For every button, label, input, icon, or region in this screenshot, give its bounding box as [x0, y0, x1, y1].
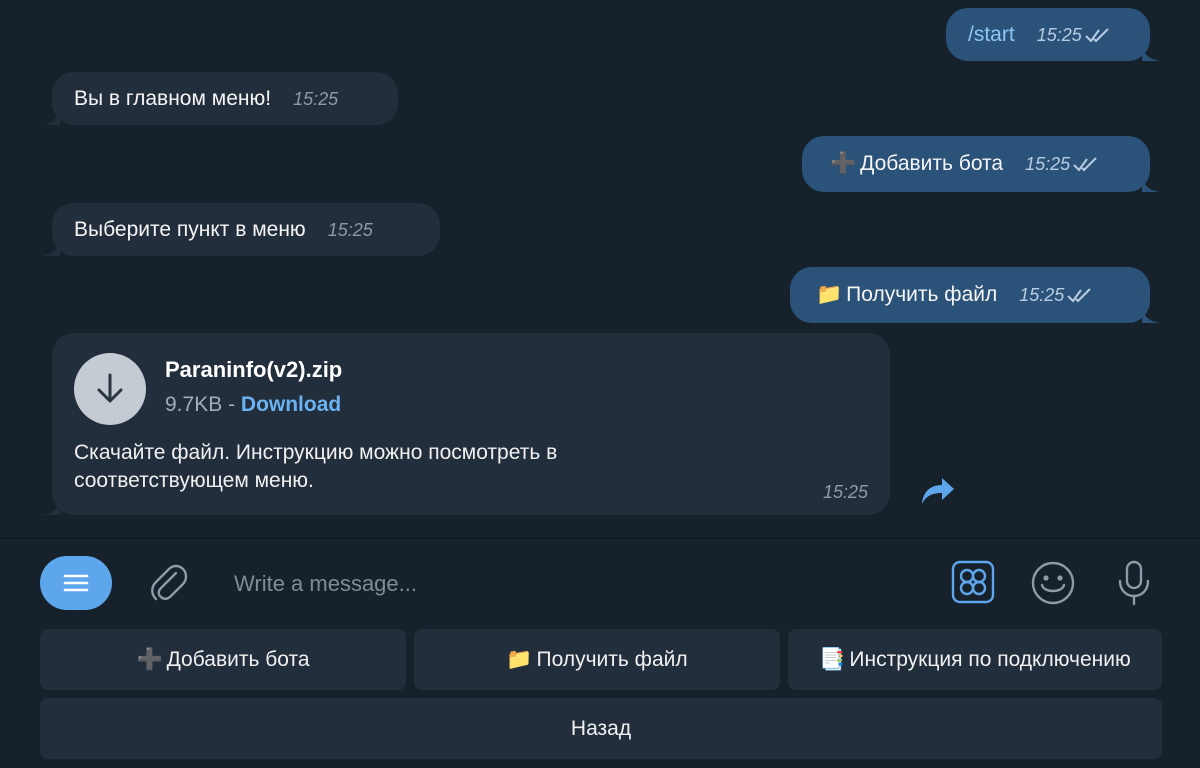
bot-menu-button[interactable]: [40, 556, 112, 610]
double-check-icon: [1073, 157, 1097, 172]
time-label: 15:25: [1019, 285, 1065, 305]
share-arrow-icon[interactable]: [920, 476, 956, 506]
chat-area: /start 15:25 Вы в главном меню! 15:25 ➕ …: [0, 0, 1200, 538]
message-get-file[interactable]: 📁 Получить файл 15:25: [790, 267, 1150, 323]
double-check-icon: [1085, 27, 1109, 43]
file-name[interactable]: Paraninfo(v2).zip: [165, 357, 342, 383]
time-label: 15:25: [1025, 154, 1071, 174]
file-separator: -: [228, 393, 236, 416]
menu-icon: [63, 574, 89, 592]
message-add-bot[interactable]: ➕ Добавить бота 15:25: [802, 136, 1150, 192]
message-time: 15:25: [1037, 22, 1112, 48]
time-label: 15:25: [1036, 24, 1082, 45]
download-link[interactable]: Download: [241, 393, 341, 416]
folder-icon: 📁: [506, 647, 533, 671]
message-text: Получить файл: [846, 283, 998, 306]
message-text: Вы в главном меню!: [74, 86, 272, 110]
double-check-icon: [1067, 288, 1091, 303]
message-choose-item[interactable]: Выберите пункт в меню 15:25: [52, 203, 440, 256]
message-time: 15:25: [1019, 282, 1094, 308]
message-text: Выберите пункт в меню: [74, 217, 306, 241]
document-icon: 📑: [819, 647, 846, 671]
keyboard-icon: [951, 560, 995, 604]
paperclip-icon[interactable]: [146, 561, 190, 605]
keyboard-button-label: Добавить бота: [166, 647, 310, 671]
file-meta: 9.7KB - Download: [165, 393, 341, 417]
plus-icon: ➕: [830, 152, 857, 175]
bubble-tail: [1142, 45, 1160, 61]
message-input[interactable]: [232, 565, 836, 603]
emoji-icon[interactable]: [1030, 560, 1076, 606]
message-time: 15:25: [327, 219, 373, 240]
folder-icon: 📁: [816, 283, 843, 306]
keyboard-button-label: Получить файл: [536, 647, 688, 671]
file-size: 9.7KB: [165, 393, 223, 416]
bubble-tail: [42, 109, 60, 125]
keyboard-button-get-file[interactable]: 📁 Получить файл: [414, 629, 780, 690]
keyboard-button-instruction[interactable]: 📑 Инструкция по подключению: [788, 629, 1162, 690]
bot-keyboard-toggle[interactable]: [950, 559, 996, 605]
download-button[interactable]: [74, 353, 146, 425]
keyboard-button-label: Инструкция по подключению: [849, 647, 1131, 671]
message-start[interactable]: /start 15:25: [946, 8, 1150, 61]
keyboard-button-add-bot[interactable]: ➕ Добавить бота: [40, 629, 406, 690]
message-main-menu[interactable]: Вы в главном меню! 15:25: [52, 72, 398, 125]
keyboard-button-label: Назад: [570, 716, 632, 740]
message-file[interactable]: Paraninfo(v2).zip 9.7KB - Download Скача…: [52, 333, 890, 515]
plus-icon: ➕: [136, 647, 163, 671]
bubble-tail: [1142, 307, 1160, 323]
bubble-tail: [42, 499, 60, 515]
microphone-icon[interactable]: [1114, 559, 1154, 607]
keyboard-button-back[interactable]: Назад: [40, 698, 1162, 759]
bubble-tail: [1142, 176, 1160, 192]
message-text: Добавить бота: [860, 152, 1004, 175]
file-caption: Скачайте файл. Инструкцию можно посмотре…: [74, 441, 558, 492]
bubble-tail: [42, 240, 60, 256]
message-time: 15:25: [1025, 151, 1100, 177]
message-time: 15:25: [293, 88, 339, 109]
message-text[interactable]: /start: [968, 22, 1015, 48]
composer: [0, 539, 1200, 627]
message-time: 15:25: [822, 482, 868, 502]
download-arrow-icon: [97, 373, 123, 403]
